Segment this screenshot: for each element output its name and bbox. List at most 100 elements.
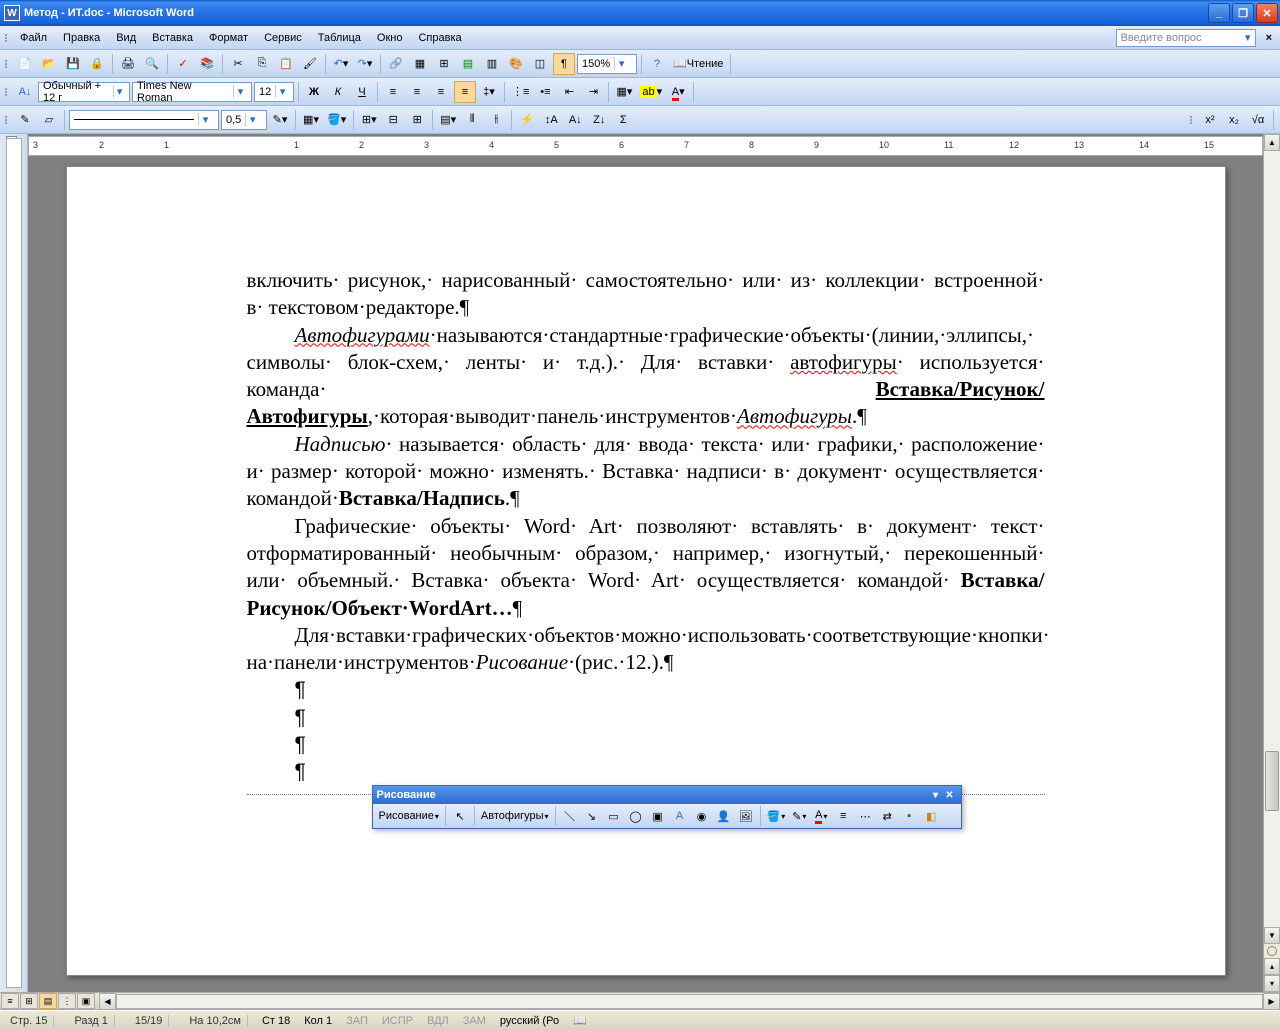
distribute-cols-button[interactable]: ⫲ [485,109,507,131]
status-language[interactable]: русский (Ро [500,1015,559,1027]
line-color-button[interactable]: ✎▾ [789,806,809,826]
3d-button[interactable]: ◧ [921,806,941,826]
border-color-button[interactable]: ✎▾ [269,109,291,131]
status-ext[interactable]: ВДЛ [427,1015,449,1027]
insert-table2-button[interactable]: ⊞▾ [358,109,380,131]
help-button[interactable]: ? [646,53,668,75]
redo-button[interactable]: ↷▾ [354,53,376,75]
align-left-button[interactable]: ≡ [382,81,404,103]
wordart-button[interactable]: A [670,806,690,826]
split-cells-button[interactable]: ⊞ [406,109,428,131]
document-text[interactable]: включить· рисунок,· нарисованный· самост… [247,267,1045,808]
sort-asc-button[interactable]: A↓ [564,109,586,131]
sort-desc-button[interactable]: Z↓ [588,109,610,131]
outside-border-button[interactable]: ▦▾ [300,109,322,131]
oval-tool-button[interactable]: ◯ [626,806,646,826]
toolbar-options-button[interactable]: ▾ [929,788,943,802]
line-spacing-button[interactable]: ‡▾ [478,81,500,103]
status-track[interactable]: ИСПР [382,1015,413,1027]
fill-color-button[interactable]: 🪣▾ [765,806,788,826]
arrow-tool-button[interactable]: ↘ [582,806,602,826]
autosum-button[interactable]: Σ [612,109,634,131]
scroll-left-button[interactable]: ◀ [99,993,116,1010]
grip-icon[interactable] [4,116,10,124]
insert-table-button[interactable]: ⊞ [433,53,455,75]
columns-button[interactable]: ▥ [481,53,503,75]
print-button[interactable]: 🖨 [117,53,139,75]
menu-file[interactable]: Файл [12,30,55,46]
show-marks-button[interactable]: ¶ [553,53,575,75]
toolbar-close-button[interactable]: ✕ [943,788,957,802]
horizontal-scrollbar[interactable]: ◀ ▶ [99,993,1280,1010]
status-rec[interactable]: ЗАП [346,1015,368,1027]
shadow-button[interactable]: ▪ [899,806,919,826]
decrease-indent-button[interactable]: ⇤ [558,81,580,103]
italic-button[interactable]: К [327,81,349,103]
numbered-list-button[interactable]: ⋮≡ [509,81,532,103]
scroll-up-button[interactable]: ▲ [1264,134,1280,151]
drawing-toolbar-titlebar[interactable]: Рисование ▾ ✕ [373,786,961,804]
text-direction-button[interactable]: ↕A [540,109,562,131]
hyperlink-button[interactable]: 🔗 [385,53,407,75]
menu-format[interactable]: Формат [201,30,256,46]
increase-indent-button[interactable]: ⇥ [582,81,604,103]
styles-pane-button[interactable]: A↓ [14,81,36,103]
picture-button[interactable]: 🖼 [736,806,756,826]
menu-service[interactable]: Сервис [256,30,310,46]
clipart-button[interactable]: 👤 [714,806,734,826]
page-container[interactable]: включить· рисунок,· нарисованный· самост… [28,156,1263,992]
research-button[interactable]: 📚 [196,53,218,75]
line-tool-button[interactable]: ＼ [560,806,580,826]
scroll-track[interactable] [1264,151,1280,927]
format-painter-button[interactable]: 🖌 [299,53,321,75]
next-page-button[interactable]: ▾ [1264,975,1280,992]
textbox-tool-button[interactable]: ▣ [648,806,668,826]
line-width-combo[interactable]: 0,5 ▾ [221,110,267,130]
cut-button[interactable]: ✂ [227,53,249,75]
grip-icon[interactable] [1189,116,1195,124]
page[interactable]: включить· рисунок,· нарисованный· самост… [66,166,1226,976]
align-cell-button[interactable]: ▤▾ [437,109,459,131]
save-button[interactable]: 💾 [62,53,84,75]
autoshapes-menu-button[interactable]: Автофигуры▾ [479,806,551,826]
doc-map-button[interactable]: ◫ [529,53,551,75]
arrow-style-button[interactable]: ⇄ [877,806,897,826]
close-button[interactable]: ✕ [1256,3,1278,23]
browse-object-button[interactable] [1267,946,1277,956]
menu-help[interactable]: Справка [410,30,469,46]
align-right-button[interactable]: ≡ [430,81,452,103]
align-justify-button[interactable]: ≡ [454,81,476,103]
undo-button[interactable]: ↶▾ [330,53,352,75]
superscript-button[interactable]: x² [1199,109,1221,131]
subscript-button[interactable]: x₂ [1223,109,1245,131]
borders-button[interactable]: ▦▾ [613,81,635,103]
drawing-toolbar-button[interactable]: 🎨 [505,53,527,75]
outline-view-button[interactable]: ⋮ [58,993,76,1009]
rectangle-tool-button[interactable]: ▭ [604,806,624,826]
style-combo[interactable]: Обычный + 12 г ▾ [38,82,130,102]
zoom-combo[interactable]: 150% ▾ [577,54,637,74]
menu-window[interactable]: Окно [369,30,411,46]
autoformat-button[interactable]: ⚡ [516,109,538,131]
prev-page-button[interactable]: ▴ [1264,958,1280,975]
reading-view-button[interactable]: ▣ [77,993,95,1009]
diagram-button[interactable]: ◉ [692,806,712,826]
bullet-list-button[interactable]: •≡ [534,81,556,103]
font-color-button[interactable]: A▾ [667,81,689,103]
close-document-button[interactable]: × [1262,32,1276,44]
distribute-rows-button[interactable]: ⫴ [461,109,483,131]
align-center-button[interactable]: ≡ [406,81,428,103]
reading-button[interactable]: 📖Чтение [670,53,726,75]
menu-table[interactable]: Таблица [310,30,369,46]
size-combo[interactable]: 12 ▾ [254,82,294,102]
highlight-button[interactable]: ab▾ [637,81,665,103]
grip-icon[interactable] [4,34,10,42]
excel-button[interactable]: ▤ [457,53,479,75]
permissions-button[interactable]: 🔒 [86,53,108,75]
scroll-thumb[interactable] [1265,751,1279,811]
merge-cells-button[interactable]: ⊟ [382,109,404,131]
grip-icon[interactable] [4,88,10,96]
font-combo[interactable]: Times New Roman ▾ [132,82,252,102]
eraser-button[interactable]: ▱ [38,109,60,131]
maximize-button[interactable]: ❐ [1232,3,1254,23]
